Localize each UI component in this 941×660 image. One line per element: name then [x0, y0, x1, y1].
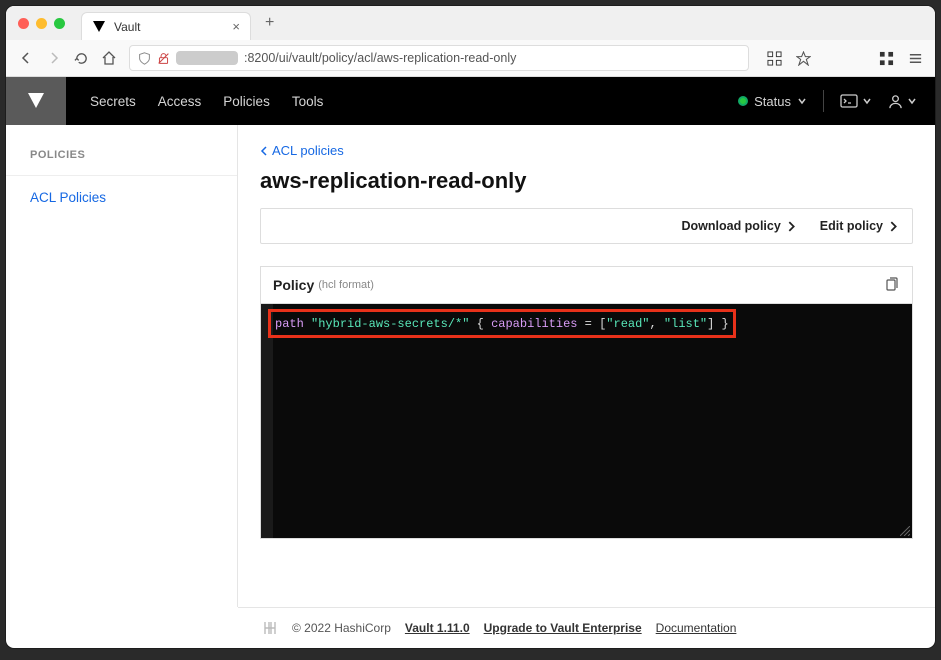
window-controls — [14, 18, 73, 29]
footer-version-link[interactable]: Vault 1.11.0 — [405, 621, 470, 635]
breadcrumb-label: ACL policies — [272, 143, 344, 158]
chevron-left-icon — [260, 146, 268, 156]
code-gutter — [261, 304, 273, 538]
minimize-window-button[interactable] — [36, 18, 47, 29]
hamburger-menu-icon[interactable] — [908, 51, 923, 66]
footer-upgrade-link[interactable]: Upgrade to Vault Enterprise — [484, 621, 642, 635]
url-host-redacted — [176, 51, 238, 65]
footer-docs-link[interactable]: Documentation — [656, 621, 737, 635]
status-dropdown[interactable]: Status — [738, 94, 807, 109]
close-tab-icon[interactable]: × — [232, 19, 240, 34]
policy-panel: Policy (hcl format) path "hybrid-aws-sec… — [260, 266, 913, 539]
reload-button[interactable] — [74, 51, 89, 66]
sidebar: POLICIES ACL Policies — [6, 125, 238, 607]
copy-icon[interactable] — [884, 277, 900, 293]
download-policy-button[interactable]: Download policy — [681, 219, 795, 233]
back-button[interactable] — [18, 50, 34, 66]
vault-logo[interactable] — [6, 77, 66, 125]
console-dropdown[interactable] — [840, 94, 872, 108]
maximize-window-button[interactable] — [54, 18, 65, 29]
browser-tab[interactable]: Vault × — [81, 12, 251, 40]
user-icon — [888, 94, 903, 109]
chevron-right-icon — [889, 221, 898, 232]
tab-title: Vault — [114, 20, 224, 34]
chevron-down-icon — [907, 96, 917, 106]
sidebar-item-acl-policies[interactable]: ACL Policies — [6, 176, 237, 219]
new-tab-button[interactable]: + — [259, 14, 280, 32]
nav-tools[interactable]: Tools — [292, 94, 324, 109]
console-icon — [840, 94, 858, 108]
user-dropdown[interactable] — [888, 94, 917, 109]
vault-top-nav: Secrets Access Policies Tools Status — [6, 77, 935, 125]
main-content: ACL policies aws-replication-read-only D… — [238, 125, 935, 607]
bookmark-star-icon[interactable] — [796, 51, 811, 66]
resize-handle-icon[interactable] — [900, 526, 910, 536]
url-path: :8200/ui/vault/policy/acl/aws-replicatio… — [244, 51, 516, 65]
hashicorp-logo-icon — [262, 620, 278, 636]
nav-access[interactable]: Access — [158, 94, 202, 109]
chevron-down-icon — [862, 96, 872, 106]
nav-secrets[interactable]: Secrets — [90, 94, 136, 109]
actions-bar: Download policy Edit policy — [260, 208, 913, 244]
address-bar[interactable]: :8200/ui/vault/policy/acl/aws-replicatio… — [129, 45, 749, 71]
forward-button[interactable] — [46, 50, 62, 66]
apps-grid-icon[interactable] — [879, 51, 894, 66]
panel-title: Policy — [273, 277, 314, 293]
nav-policies[interactable]: Policies — [223, 94, 270, 109]
vault-favicon-icon — [92, 20, 106, 34]
sidebar-heading: POLICIES — [6, 149, 237, 176]
footer-copyright: © 2022 HashiCorp — [292, 621, 391, 635]
browser-chrome: Vault × + — [6, 6, 935, 77]
footer: © 2022 HashiCorp Vault 1.11.0 Upgrade to… — [238, 607, 935, 648]
panel-subtitle: (hcl format) — [318, 279, 374, 291]
edit-policy-button[interactable]: Edit policy — [820, 219, 898, 233]
chevron-down-icon — [797, 96, 807, 106]
close-window-button[interactable] — [18, 18, 29, 29]
highlighted-region: path "hybrid-aws-secrets/*" { capabiliti… — [268, 309, 736, 338]
status-indicator-icon — [738, 96, 748, 106]
lock-broken-icon — [157, 52, 170, 65]
home-button[interactable] — [101, 50, 117, 66]
page-title: aws-replication-read-only — [260, 168, 913, 194]
breadcrumb[interactable]: ACL policies — [260, 143, 913, 158]
status-label: Status — [754, 94, 791, 109]
chevron-right-icon — [787, 221, 796, 232]
qr-icon[interactable] — [767, 51, 782, 66]
code-editor[interactable]: path "hybrid-aws-secrets/*" { capabiliti… — [261, 304, 912, 538]
shield-icon — [138, 52, 151, 65]
